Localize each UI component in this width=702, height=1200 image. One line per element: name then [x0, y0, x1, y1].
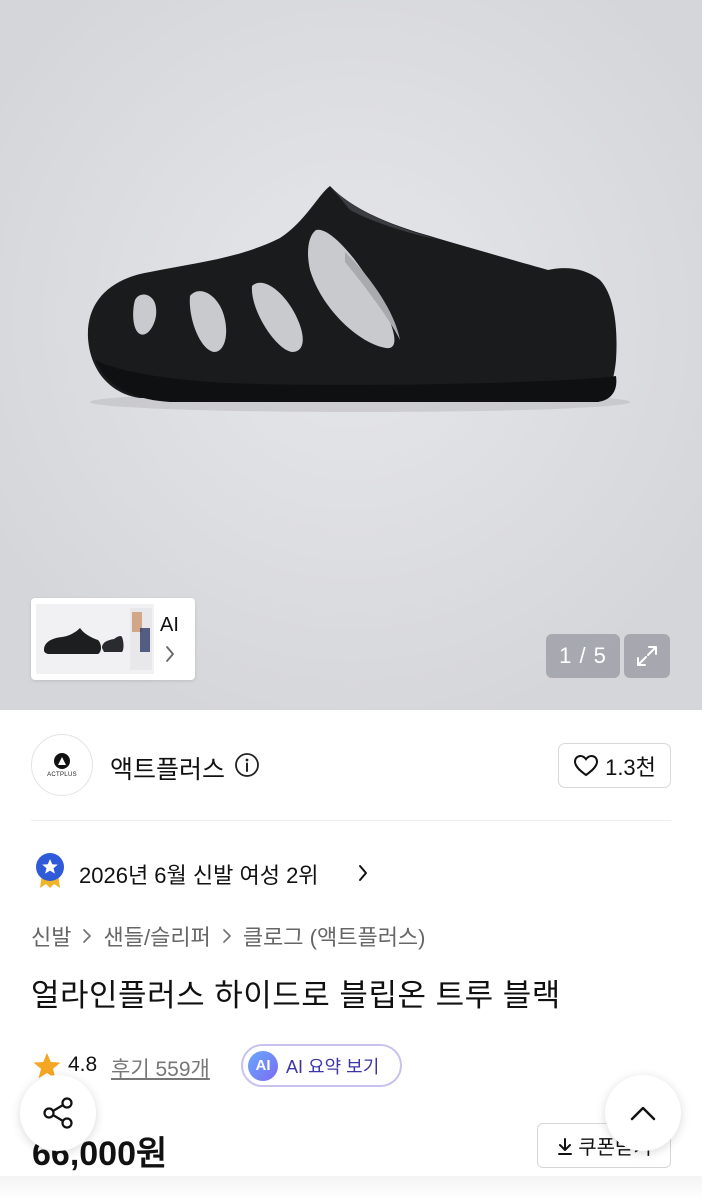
chevron-right-icon	[221, 927, 233, 945]
brand-logo[interactable]: ACTPLUS	[31, 734, 93, 796]
ai-summary-button[interactable]: AI AI 요약 보기	[241, 1044, 402, 1087]
breadcrumb-item[interactable]: 클로그 (액트플러스)	[243, 920, 426, 952]
info-icon[interactable]	[234, 752, 260, 778]
brand-name[interactable]: 액트플러스	[110, 750, 225, 786]
expand-icon	[637, 646, 657, 666]
ai-summary-label: AI 요약 보기	[286, 1056, 380, 1077]
rating-value: 4.8	[68, 1053, 98, 1076]
breadcrumb-item[interactable]: 신발	[31, 920, 71, 952]
thumbnail-ai-label: AI	[160, 614, 179, 636]
brand-logo-text: ACTPLUS	[47, 772, 77, 778]
ranking-text[interactable]: 2026년 6월 신발 여성 2위	[79, 858, 319, 890]
like-count: 1.3천	[605, 754, 656, 780]
chevron-right-icon[interactable]	[356, 863, 370, 883]
brand-logo-mark	[54, 753, 70, 769]
like-button[interactable]: 1.3천	[558, 743, 671, 788]
chevron-up-icon	[630, 1106, 656, 1121]
divider	[31, 820, 671, 821]
download-icon	[558, 1137, 573, 1155]
product-title: 얼라인플러스 하이드로 블립온 트루 블랙	[31, 978, 561, 1013]
thumbnail-image	[36, 604, 154, 674]
share-icon	[43, 1097, 73, 1129]
chevron-right-icon	[81, 927, 93, 945]
image-pager: 1 / 5	[546, 634, 620, 678]
ranking-badge-icon	[36, 853, 64, 888]
breadcrumb-item[interactable]: 샌들/슬리퍼	[103, 920, 210, 952]
share-button[interactable]	[20, 1075, 96, 1151]
expand-button[interactable]	[624, 634, 670, 678]
chevron-right-icon	[166, 646, 174, 662]
ai-badge-icon: AI	[248, 1050, 278, 1081]
bottom-fade	[0, 1176, 702, 1200]
breadcrumb: 신발 샌들/슬리퍼 클로그 (액트플러스)	[31, 920, 426, 952]
scroll-to-top-button[interactable]	[605, 1075, 681, 1151]
ai-thumbnail-button[interactable]	[31, 598, 195, 680]
review-count-link[interactable]: 후기 559개	[111, 1053, 210, 1083]
product-gallery[interactable]: AI 1 / 5	[0, 0, 702, 710]
heart-icon	[574, 754, 599, 776]
